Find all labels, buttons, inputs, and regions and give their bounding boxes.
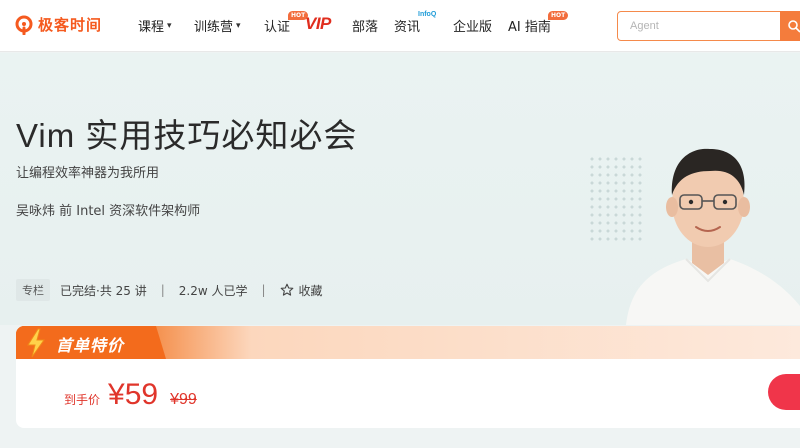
current-price: ¥59 <box>108 378 159 411</box>
lesson-status: 已完结·共 25 讲 <box>60 283 147 298</box>
nav-courses[interactable]: 课程 ▾ <box>138 16 172 35</box>
logo-icon <box>15 15 33 35</box>
nav-enterprise[interactable]: 企业版 <box>453 16 492 35</box>
chevron-down-icon: ▾ <box>236 20 241 31</box>
nav-vip[interactable]: VIP <box>305 14 331 34</box>
nav-certification[interactable]: 认证 <box>264 16 290 35</box>
star-icon <box>280 283 293 296</box>
course-meta: 专栏 已完结·共 25 讲 | 2.2w 人已学 | 收藏 <box>16 279 323 301</box>
nav-bootcamp-label: 训练营 <box>194 20 234 35</box>
course-subtitle: 让编程效率神器为我所用 <box>16 166 160 181</box>
column-tag: 专栏 <box>16 279 50 301</box>
search-input[interactable] <box>618 12 780 40</box>
favorite-button[interactable]: 收藏 <box>280 282 323 299</box>
promo-label: 首单特价 <box>56 336 125 355</box>
course-title: Vim 实用技巧必知必会 <box>16 117 358 154</box>
original-price: ¥99 <box>170 391 197 408</box>
author-portrait <box>626 148 800 325</box>
learner-count: 2.2w 人已学 <box>178 283 248 298</box>
lightning-icon <box>27 328 45 358</box>
hot-badge: HOT <box>548 11 569 20</box>
infoq-badge: InfoQ <box>418 11 437 18</box>
price-row: 到手价 ¥59 ¥99 <box>64 378 197 414</box>
chevron-down-icon: ▾ <box>167 20 172 31</box>
search-icon <box>788 20 800 33</box>
search-box <box>617 11 800 41</box>
nav-news-label: 资讯 <box>394 20 421 35</box>
author-info: 吴咏炜 前 Intel 资深软件架构师 <box>16 204 201 219</box>
divider: | <box>160 283 165 297</box>
divider: | <box>261 283 266 297</box>
nav-news[interactable]: 资讯 <box>394 16 420 35</box>
buy-button[interactable] <box>768 374 800 410</box>
top-header: 极客时间 课程 ▾ 训练营 ▾ 认证 HOT VIP 部落 资讯 InfoQ 企… <box>0 0 800 52</box>
logo-text: 极客时间 <box>38 16 103 34</box>
price-label: 到手价 <box>64 393 101 407</box>
course-hero: Vim 实用技巧必知必会 让编程效率神器为我所用 吴咏炜 前 Intel 资深软… <box>0 53 800 325</box>
nav-courses-label: 课程 <box>138 20 165 35</box>
price-card: 首单特价 到手价 ¥59 ¥99 <box>16 326 800 428</box>
nav-ai-guide[interactable]: AI 指南 <box>508 16 551 35</box>
favorite-label: 收藏 <box>298 283 323 298</box>
nav-certification-label: 认证 <box>264 20 291 35</box>
nav-tribe[interactable]: 部落 <box>352 16 378 35</box>
nav-bootcamp[interactable]: 训练营 ▾ <box>194 16 241 35</box>
nav-enterprise-label: 企业版 <box>453 20 493 35</box>
nav-tribe-label: 部落 <box>352 20 379 35</box>
search-button[interactable] <box>780 11 800 41</box>
nav-ai-guide-label: AI 指南 <box>508 20 551 35</box>
logo[interactable]: 极客时间 <box>14 14 102 35</box>
